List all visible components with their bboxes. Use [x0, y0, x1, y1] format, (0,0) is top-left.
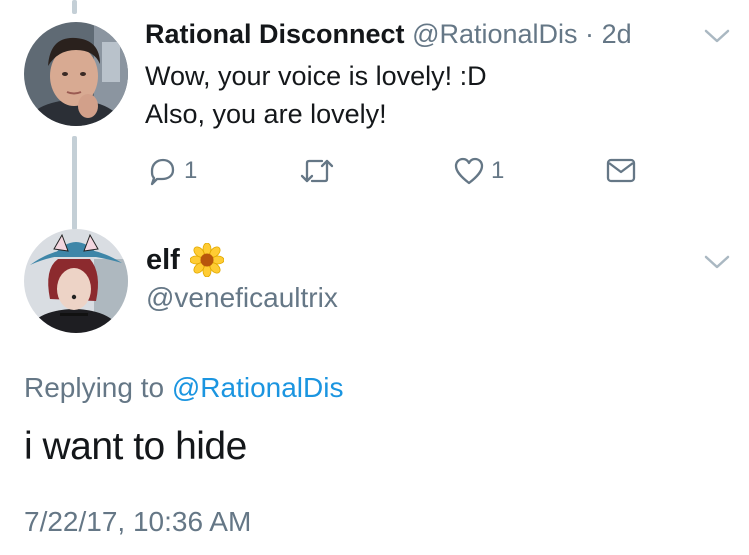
thread-line-top — [72, 0, 77, 14]
reply-timestamp[interactable]: 7/22/17, 10:36 AM — [24, 504, 251, 540]
reply-caret-icon[interactable] — [703, 254, 731, 270]
replying-to-link[interactable]: @RationalDis — [172, 372, 344, 403]
parent-caret-icon[interactable] — [703, 28, 731, 44]
direct-message-action[interactable] — [605, 156, 637, 186]
avatar-elf[interactable] — [24, 229, 128, 333]
retweet-icon — [298, 156, 336, 186]
reply-handle[interactable]: @veneficaultrix — [146, 280, 338, 316]
reply-display-name[interactable]: elf — [146, 244, 180, 277]
sunflower-icon — [189, 243, 224, 277]
thread-line-bottom — [72, 136, 77, 230]
reply-name-row: elf — [146, 242, 224, 278]
replying-to-label: Replying to — [24, 372, 165, 403]
replying-to-line: Replying to @RationalDis — [24, 370, 343, 406]
reply-icon — [146, 155, 178, 187]
parent-text-line-2: Also, you are lovely! — [145, 99, 387, 129]
reply-text: i want to hide — [24, 425, 247, 468]
avatar-rational-disconnect[interactable] — [24, 22, 128, 126]
like-action[interactable]: 1 — [453, 154, 504, 188]
parent-header: Rational Disconnect @RationalDis · 2d — [145, 16, 632, 52]
like-count: 1 — [491, 157, 505, 184]
parent-handle[interactable]: @RationalDis — [412, 19, 577, 49]
parent-text-line-1: Wow, your voice is lovely! :D — [145, 61, 487, 91]
parent-display-name[interactable]: Rational Disconnect — [145, 19, 405, 49]
reply-count: 1 — [184, 157, 198, 184]
parent-separator: · — [585, 19, 595, 49]
heart-icon — [453, 156, 485, 186]
envelope-icon — [605, 156, 637, 186]
retweet-action[interactable] — [298, 156, 336, 186]
reply-action[interactable]: 1 — [146, 154, 197, 188]
parent-age[interactable]: 2d — [602, 19, 632, 49]
